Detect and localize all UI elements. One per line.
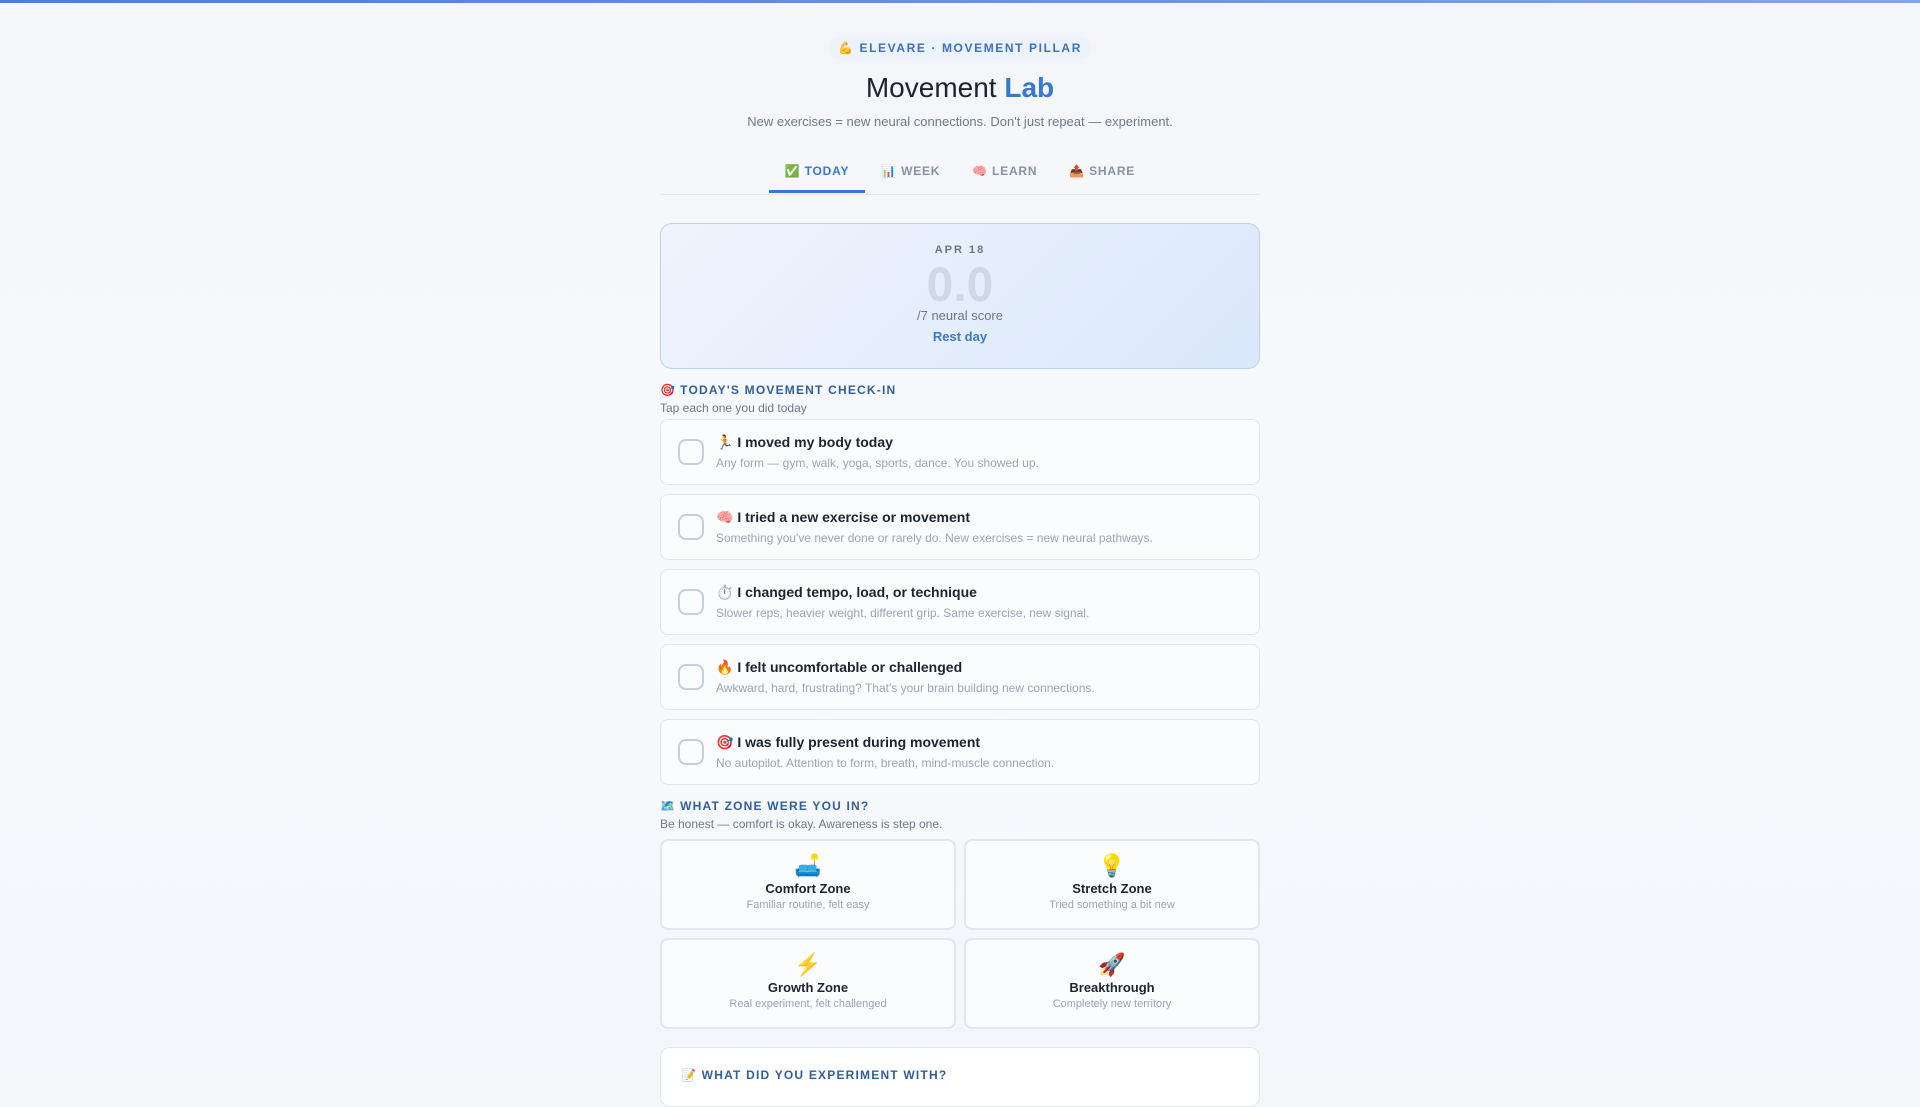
- checkin-subtitle: Tap each one you did today: [660, 401, 807, 415]
- checkbox[interactable]: [678, 589, 704, 615]
- checkin-item-changed-tempo[interactable]: ⏱️ I changed tempo, load, or technique S…: [660, 569, 1260, 635]
- page-title: Movement Lab: [660, 72, 1260, 104]
- checkin-item-desc: Any form — gym, walk, yoga, sports, danc…: [716, 456, 1039, 470]
- checkin-item-title: 🔥 I felt uncomfortable or challenged: [716, 659, 963, 675]
- checkin-item-desc: Slower reps, heavier weight, different g…: [716, 606, 1090, 620]
- zone-option-comfort[interactable]: 🛋️ Comfort Zone Familiar routine, felt e…: [660, 839, 956, 930]
- rocket-icon: 🚀: [1098, 952, 1126, 977]
- lightbulb-icon: 💡: [1098, 853, 1126, 878]
- score-date: APR 18: [934, 244, 986, 256]
- checkin-item-title: 🎯 I was fully present during movement: [716, 734, 981, 750]
- title-main: Movement: [865, 72, 997, 103]
- page-subtitle: New exercises = new neural connections. …: [747, 114, 1173, 129]
- zone-desc: Tried something a bit new: [1049, 899, 1175, 911]
- neural-score-value: 0.0: [926, 259, 994, 312]
- neural-score-label: /7 neural score: [917, 308, 1003, 323]
- target-icon: 🎯: [660, 383, 677, 397]
- checkin-title-text: TODAY'S MOVEMENT CHECK-IN: [680, 383, 897, 397]
- zone-subtitle: Be honest — comfort is okay. Awareness i…: [660, 817, 943, 831]
- title-accent: Lab: [1004, 72, 1055, 103]
- zone-name: Stretch Zone: [1072, 881, 1152, 896]
- tab-share[interactable]: 📤 SHARE: [1053, 159, 1151, 193]
- checkbox[interactable]: [678, 514, 704, 540]
- tab-today[interactable]: ✅ TODAY: [768, 159, 866, 193]
- checkin-item-title: 🏃 I moved my body today: [716, 434, 893, 450]
- outbox-icon: 📤: [1069, 164, 1086, 178]
- checkin-item-present[interactable]: 🎯 I was fully present during movement No…: [660, 719, 1260, 785]
- zone-desc: Real experiment, felt challenged: [729, 998, 887, 1010]
- checkin-list: 🏃 I moved my body today Any form — gym, …: [660, 419, 1260, 785]
- brain-icon: 🧠: [972, 164, 989, 178]
- zone-title-text: WHAT ZONE WERE YOU IN?: [680, 799, 870, 813]
- experiment-card: 📝 WHAT DID YOU EXPERIMENT WITH?: [660, 1047, 1260, 1107]
- checkin-item-title: ⏱️ I changed tempo, load, or technique: [716, 584, 977, 600]
- zone-name: Comfort Zone: [765, 881, 851, 896]
- zone-option-stretch[interactable]: 💡 Stretch Zone Tried something a bit new: [964, 839, 1260, 930]
- checkbox[interactable]: [678, 739, 704, 765]
- couch-icon: 🛋️: [794, 853, 822, 878]
- checkbox[interactable]: [678, 439, 704, 465]
- map-icon: 🗺️: [660, 799, 677, 813]
- checkin-item-challenged[interactable]: 🔥 I felt uncomfortable or challenged Awk…: [660, 644, 1260, 710]
- chart-icon: 📊: [881, 164, 898, 178]
- zone-section-title: 🗺️ WHAT ZONE WERE YOU IN?: [660, 799, 1260, 813]
- checkin-item-moved-body[interactable]: 🏃 I moved my body today Any form — gym, …: [660, 419, 1260, 485]
- checkin-item-desc: Awkward, hard, frustrating? That's your …: [716, 681, 1095, 695]
- zone-desc: Completely new territory: [1052, 998, 1172, 1010]
- checkin-section-title: 🎯 TODAY'S MOVEMENT CHECK-IN: [660, 383, 1260, 397]
- zone-name: Breakthrough: [1069, 980, 1155, 995]
- lightning-icon: ⚡: [794, 952, 822, 977]
- check-icon: ✅: [784, 164, 801, 178]
- tab-label: TODAY: [804, 164, 850, 178]
- zone-option-growth[interactable]: ⚡ Growth Zone Real experiment, felt chal…: [660, 938, 956, 1029]
- score-card: APR 18 0.0 /7 neural score Rest day: [660, 223, 1260, 369]
- checkin-item-new-exercise[interactable]: 🧠 I tried a new exercise or movement Som…: [660, 494, 1260, 560]
- day-status: Rest day: [932, 329, 988, 344]
- tab-label: WEEK: [901, 164, 941, 178]
- zone-name: Growth Zone: [767, 980, 849, 995]
- brand-pill: 💪 ELEVARE · MOVEMENT PILLAR: [828, 36, 1092, 60]
- checkin-item-desc: No autopilot. Attention to form, breath,…: [716, 756, 1055, 770]
- zone-grid: 🛋️ Comfort Zone Familiar routine, felt e…: [660, 839, 1260, 1029]
- tab-label: LEARN: [992, 164, 1038, 178]
- zone-desc: Familiar routine, felt easy: [746, 899, 870, 911]
- checkin-item-desc: Something you've never done or rarely do…: [716, 531, 1153, 545]
- tab-learn[interactable]: 🧠 LEARN: [956, 159, 1053, 193]
- tab-label: SHARE: [1089, 164, 1136, 178]
- checkbox[interactable]: [678, 664, 704, 690]
- zone-option-breakthrough[interactable]: 🚀 Breakthrough Completely new territory: [964, 938, 1260, 1029]
- main-column: 💪 ELEVARE · MOVEMENT PILLAR Movement Lab…: [660, 0, 1260, 1107]
- tab-bar: ✅ TODAY 📊 WEEK 🧠 LEARN 📤 SHARE: [660, 159, 1260, 195]
- checkin-item-title: 🧠 I tried a new exercise or movement: [716, 509, 970, 525]
- tab-week[interactable]: 📊 WEEK: [865, 159, 956, 193]
